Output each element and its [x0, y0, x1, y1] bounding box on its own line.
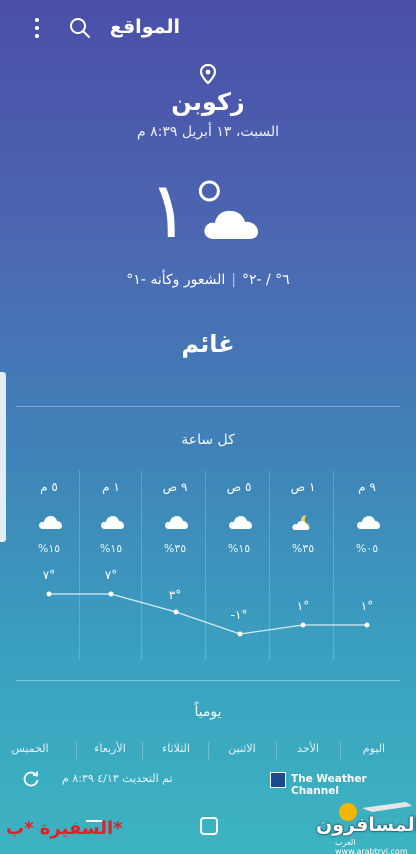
home-icon[interactable]: [200, 817, 218, 835]
location-pin-icon: [199, 64, 217, 85]
navigation-bar: السفيرة *ب* المسافرون العرب www.arabtrvl…: [0, 800, 416, 854]
precip-chance: %٠٥: [355, 542, 379, 555]
day-label[interactable]: الاثنين: [212, 742, 272, 755]
cloud-icon: [165, 516, 188, 529]
hour-temp: ٣°: [168, 588, 182, 602]
hour-item: ٥ م %١٥ ٧°: [18, 470, 80, 660]
hour-time: ٥ م: [40, 480, 58, 494]
precip-chance: %١٥: [37, 542, 61, 555]
max-min-temp: ٦° / -٢°: [241, 272, 290, 288]
day-label[interactable]: الثلاثاء: [146, 742, 206, 755]
precip-chance: %١٥: [99, 542, 123, 555]
cloud-icon: [101, 516, 124, 529]
more-options-icon[interactable]: [30, 16, 44, 40]
top-bar: المواقع: [0, 12, 416, 44]
weather-condition: غائم: [181, 330, 235, 358]
cloud-icon: [357, 516, 380, 529]
watermark-site: المسافرون: [316, 814, 416, 836]
precip-chance: %١٥: [227, 542, 251, 555]
current-temperature: ١°: [148, 166, 229, 256]
hour-item: ٩ م %٠٥ ١°: [336, 470, 398, 660]
cloud-icon: [229, 516, 252, 529]
precip-chance: %٣٥: [163, 542, 187, 555]
cloud-icon: [39, 516, 62, 529]
hour-time: ٥ ص: [226, 480, 252, 494]
footer: تم التحديث ٤/١٣ ٨:٣٩ م The Weather Chann…: [0, 766, 416, 797]
divider: [16, 680, 400, 681]
last-updated: تم التحديث ٤/١٣ ٨:٣٩ م: [62, 772, 173, 785]
hour-time: ١ ص: [290, 480, 316, 494]
day-label[interactable]: الخميس: [0, 742, 60, 755]
day-label[interactable]: الأربعاء: [80, 742, 140, 755]
weather-provider[interactable]: The Weather Channel: [291, 773, 416, 797]
watermark-user: السفيرة *ب*: [6, 818, 123, 839]
hour-time: ١ م: [102, 480, 120, 494]
hour-temp: ٧°: [42, 568, 56, 582]
hour-time: ٩ م: [358, 480, 376, 494]
page-title[interactable]: المواقع: [110, 16, 180, 38]
hour-temp: ١°: [360, 599, 374, 613]
feels-like: الشعور وكأنه -١°: [126, 272, 226, 288]
hourly-title: كل ساعة: [181, 432, 235, 448]
daily-forecast[interactable]: الخميس الأربعاء الثلاثاء الاثنين الأحد ا…: [0, 742, 416, 760]
date-time: السبت، ١٣ أبريل ٨:٣٩ م: [137, 124, 279, 140]
hour-temp: ٧°: [104, 568, 118, 582]
hour-item: ١ ص %٣٥ ١°: [272, 470, 334, 660]
edge-panel-handle[interactable]: [0, 372, 6, 542]
moon-cloud-icon: [292, 515, 310, 530]
hour-item: ٩ ص %٣٥ ٣°: [144, 470, 206, 660]
refresh-icon[interactable]: [22, 770, 40, 788]
temp-range: ٦° / -٢°|الشعور وكأنه -١°: [126, 272, 290, 288]
hour-time: ٩ ص: [162, 480, 188, 494]
daily-title: يومياً: [194, 704, 222, 720]
day-label[interactable]: الأحد: [278, 742, 338, 755]
hour-temp: ١°: [296, 599, 310, 613]
weather-channel-logo[interactable]: [270, 772, 286, 788]
day-label[interactable]: اليوم: [344, 742, 404, 755]
city-name: زكوبن: [171, 88, 245, 116]
hour-temp: -١°: [230, 608, 248, 622]
hourly-forecast: ٥ م %١٥ ٧° ١ م %١٥ ٧° ٩ ص %٣٥ ٣° ٥ ص %١٥…: [18, 470, 398, 660]
search-icon[interactable]: [68, 16, 92, 40]
hour-item: ٥ ص %١٥ -١°: [208, 470, 270, 660]
recent-apps-icon[interactable]: [86, 820, 102, 834]
hour-item: ١ م %١٥ ٧°: [80, 470, 142, 660]
precip-chance: %٣٥: [291, 542, 315, 555]
watermark-site-sub: العرب www.arabtrvl.com: [335, 838, 408, 854]
current-weather: ١°: [0, 171, 416, 255]
divider: [16, 406, 400, 407]
